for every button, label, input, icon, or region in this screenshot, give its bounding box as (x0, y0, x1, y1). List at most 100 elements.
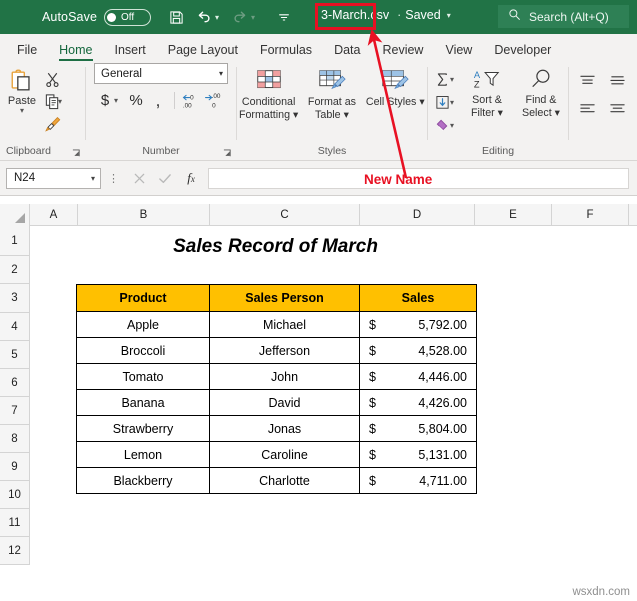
clipboard-dialog-launcher-icon[interactable] (72, 149, 81, 158)
name-box-chevron-down-icon[interactable]: ▾ (91, 174, 95, 183)
autosum-button[interactable]: ▾ (434, 68, 460, 90)
save-icon[interactable] (164, 5, 189, 30)
copy-chevron-down-icon[interactable]: ▾ (58, 97, 68, 106)
tab-page-layout[interactable]: Page Layout (157, 40, 249, 61)
sheet-area[interactable]: Sales Record of March ProductSales Perso… (30, 226, 637, 601)
cell-sales-person[interactable]: Charlotte (210, 468, 360, 494)
column-header-A[interactable]: A (30, 204, 78, 226)
accounting-chevron-down-icon[interactable]: ▾ (114, 96, 124, 105)
row-header-10[interactable]: 10 (0, 481, 30, 509)
tab-label: View (445, 43, 472, 57)
cell-sales-person[interactable]: Michael (210, 312, 360, 338)
number-dialog-launcher-icon[interactable] (223, 149, 232, 158)
tab-developer[interactable]: Developer (483, 40, 562, 61)
conditional-formatting-button[interactable]: Conditional Formatting ▾ (238, 66, 300, 121)
cell-product[interactable]: Banana (77, 390, 210, 416)
tab-insert[interactable]: Insert (104, 40, 157, 61)
cell-sales-amount[interactable]: $4,426.00 (360, 390, 477, 416)
cell-sales-person[interactable]: Caroline (210, 442, 360, 468)
row-header-7[interactable]: 7 (0, 397, 30, 425)
cell-product[interactable]: Broccoli (77, 338, 210, 364)
undo-chevron-down-icon[interactable]: ▾ (215, 13, 225, 22)
column-header-F[interactable]: F (552, 204, 629, 226)
table-header-cell[interactable]: Sales Person (210, 285, 360, 312)
tab-file[interactable]: File (6, 40, 48, 61)
align-center-button[interactable] (605, 99, 629, 119)
row-header-2[interactable]: 2 (0, 256, 30, 284)
customize-qat-icon[interactable] (271, 5, 296, 30)
undo-icon[interactable] (191, 5, 216, 30)
align-top-button[interactable] (575, 71, 599, 91)
autosum-chevron-down-icon[interactable]: ▾ (450, 75, 460, 84)
cell-sales-person[interactable]: John (210, 364, 360, 390)
select-all-button[interactable] (0, 204, 30, 226)
saved-chevron-down-icon[interactable]: ▾ (447, 11, 451, 20)
row-header-9[interactable]: 9 (0, 453, 30, 481)
cell-sales-amount[interactable]: $4,528.00 (360, 338, 477, 364)
clear-button[interactable]: ▾ (434, 114, 460, 136)
name-box[interactable]: N24 ▾ (6, 168, 101, 189)
insert-function-button[interactable]: fx (178, 167, 204, 189)
cell-product[interactable]: Blackberry (77, 468, 210, 494)
row-header-11[interactable]: 11 (0, 509, 30, 537)
cell-product[interactable]: Lemon (77, 442, 210, 468)
column-header-E[interactable]: E (475, 204, 552, 226)
row-header-8[interactable]: 8 (0, 425, 30, 453)
decrease-decimal-button[interactable]: 0 .00 (181, 89, 201, 112)
cell-product[interactable]: Strawberry (77, 416, 210, 442)
cell-sales-amount[interactable]: $5,131.00 (360, 442, 477, 468)
tab-home[interactable]: Home (48, 40, 103, 61)
clear-chevron-down-icon[interactable]: ▾ (450, 121, 460, 130)
annotation-callout-text: New Name (364, 172, 432, 187)
row-header-3[interactable]: 3 (0, 284, 30, 313)
accounting-format-button[interactable]: $ (95, 89, 115, 112)
sort-filter-button[interactable]: A Z Sort & Filter ▾ (460, 66, 514, 119)
autosave-toggle[interactable]: Off (104, 9, 151, 26)
number-format-chevron-down-icon[interactable]: ▾ (219, 69, 223, 78)
column-header-D[interactable]: D (360, 204, 475, 226)
copy-button[interactable]: ▾ (44, 91, 68, 112)
align-left-button[interactable] (575, 99, 599, 119)
tab-view[interactable]: View (434, 40, 483, 61)
column-header-B[interactable]: B (78, 204, 210, 226)
cut-button[interactable] (44, 69, 68, 90)
formula-bar-grip[interactable]: ⋮ (108, 172, 119, 185)
row-header-12[interactable]: 12 (0, 537, 30, 565)
redo-chevron-down-icon: ▾ (251, 13, 261, 22)
tab-formulas[interactable]: Formulas (249, 40, 323, 61)
saved-status[interactable]: Saved (405, 8, 440, 22)
search-input[interactable]: Search (Alt+Q) (498, 5, 629, 28)
row-header-5[interactable]: 5 (0, 341, 30, 369)
document-name[interactable]: 3-March.csv (317, 6, 393, 24)
paste-chevron-down-icon[interactable]: ▾ (20, 107, 24, 114)
fill-button[interactable]: ▾ (434, 91, 460, 113)
find-select-button[interactable]: Find & Select ▾ (514, 66, 568, 119)
percent-style-button[interactable]: % (126, 89, 146, 112)
align-middle-button[interactable] (605, 71, 629, 91)
format-painter-button[interactable] (44, 113, 68, 134)
column-header-C[interactable]: C (210, 204, 360, 226)
number-format-select[interactable]: General ▾ (94, 63, 228, 84)
paste-button[interactable]: Paste ▾ (0, 66, 44, 114)
format-as-table-button[interactable]: Format as Table ▾ (301, 66, 363, 121)
cell-styles-button[interactable]: Cell Styles ▾ (364, 66, 426, 109)
tab-review[interactable]: Review (371, 40, 434, 61)
row-header-4[interactable]: 4 (0, 313, 30, 341)
increase-decimal-button[interactable]: .00 0 (203, 89, 223, 112)
cell-product[interactable]: Tomato (77, 364, 210, 390)
cell-sales-person[interactable]: Jefferson (210, 338, 360, 364)
fill-chevron-down-icon[interactable]: ▾ (450, 98, 460, 107)
cell-sales-person[interactable]: David (210, 390, 360, 416)
cell-sales-amount[interactable]: $5,804.00 (360, 416, 477, 442)
comma-style-button[interactable]: , (148, 89, 168, 112)
table-header-cell[interactable]: Sales (360, 285, 477, 312)
cell-sales-amount[interactable]: $5,792.00 (360, 312, 477, 338)
cell-sales-person[interactable]: Jonas (210, 416, 360, 442)
cell-product[interactable]: Apple (77, 312, 210, 338)
tab-data[interactable]: Data (323, 40, 371, 61)
row-header-1[interactable]: 1 (0, 226, 30, 256)
cell-sales-amount[interactable]: $4,711.00 (360, 468, 477, 494)
table-header-cell[interactable]: Product (77, 285, 210, 312)
row-header-6[interactable]: 6 (0, 369, 30, 397)
cell-sales-amount[interactable]: $4,446.00 (360, 364, 477, 390)
